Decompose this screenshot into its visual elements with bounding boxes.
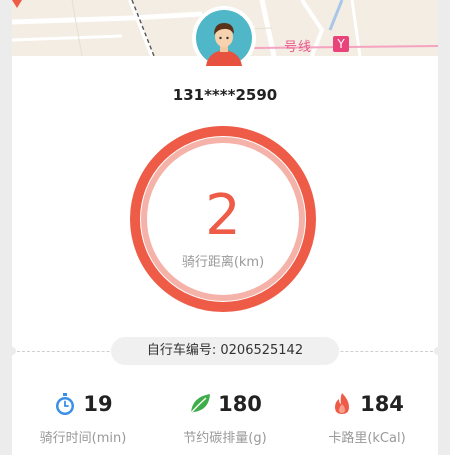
avatar[interactable]: [192, 6, 256, 70]
ride-time-value: 19: [83, 392, 113, 416]
bike-number-badge: 自行车编号: 0206525142: [111, 337, 339, 365]
stopwatch-icon: [56, 393, 75, 415]
metro-station-icon: Y: [333, 36, 349, 52]
location-pin-icon: [12, 0, 22, 8]
leaf-icon: [190, 394, 211, 414]
distance-label: 骑行距离(km): [181, 255, 265, 270]
stat-calories: 184 卡路里(kCal): [296, 389, 438, 446]
distance-value: 2: [205, 183, 241, 248]
ride-summary-card: 号线 Y 131****2590 2 骑行距离(km) 自行车编号: 02065…: [12, 0, 438, 455]
divider-notch-left: [12, 347, 16, 355]
flame-icon: [335, 393, 350, 414]
divider-notch-right: [434, 347, 438, 355]
stat-ride-time: 19 骑行时间(min): [12, 389, 154, 446]
ride-time-label: 骑行时间(min): [39, 431, 127, 446]
stat-carbon-saved: 180 节约碳排量(g): [154, 389, 296, 446]
carbon-saved-label: 节约碳排量(g): [183, 431, 267, 446]
calories-value: 184: [360, 392, 404, 416]
calories-label: 卡路里(kCal): [328, 431, 406, 446]
user-phone: 131****2590: [172, 86, 278, 104]
user-avatar-icon: [196, 10, 252, 66]
map-metro-line-label: 号线: [284, 40, 313, 55]
carbon-saved-value: 180: [218, 392, 262, 416]
